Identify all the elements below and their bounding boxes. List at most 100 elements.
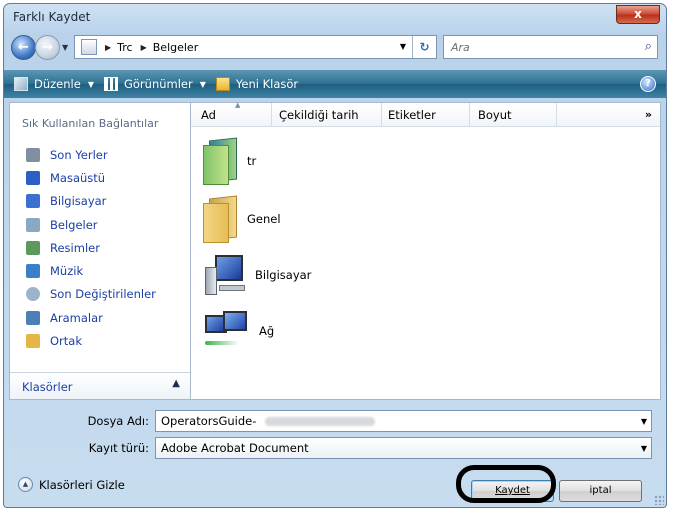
organize-label: Düzenle — [34, 77, 81, 91]
search-input[interactable]: Ara ⌕ — [443, 35, 658, 59]
favorite-links-list: Son Yerler Masaüstü Bilgisayar Belgeler … — [26, 143, 156, 353]
address-row: ← → ▼ ▶ Trc ▶ Belgeler ▼ ↻ Ara ⌕ — [4, 32, 666, 66]
documents-icon — [26, 217, 40, 232]
chevron-down-icon[interactable]: ▼ — [641, 444, 647, 453]
navigation-pane: Sık Kullanılan Bağlantılar Son Yerler Ma… — [9, 102, 191, 400]
breadcrumb-separator-icon[interactable]: ▶ — [105, 43, 111, 52]
cancel-label: iptal — [589, 485, 612, 496]
sidebar-item-label: Son Yerler — [50, 147, 108, 162]
address-dropdown-icon[interactable]: ▼ — [400, 42, 406, 51]
list-item[interactable]: tr — [203, 137, 257, 185]
views-button[interactable]: Görünümler ▼ — [103, 77, 206, 91]
list-item[interactable]: Bilgisayar — [203, 253, 311, 297]
sidebar-item-label: Masaüstü — [50, 170, 106, 185]
more-columns-icon[interactable]: » — [645, 108, 652, 121]
computer-icon — [26, 194, 40, 209]
filename-field[interactable]: OperatorsGuide- ▼ — [155, 410, 652, 432]
views-icon — [103, 77, 118, 91]
desktop-icon — [26, 170, 40, 185]
sidebar-item-music[interactable]: Müzik — [26, 259, 156, 282]
save-as-dialog: Farklı Kaydet x ← → ▼ ▶ Trc ▶ Belgeler ▼… — [3, 3, 667, 508]
help-icon[interactable]: ? — [640, 76, 656, 92]
favorite-links-header: Sık Kullanılan Bağlantılar — [22, 117, 159, 130]
new-folder-button[interactable]: Yeni Klasör — [215, 77, 299, 91]
network-icon — [203, 309, 251, 353]
address-bar[interactable]: ▶ Trc ▶ Belgeler ▼ ↻ — [74, 35, 437, 59]
column-header-tags[interactable]: Etiketler — [388, 108, 436, 122]
filetype-row: Kayıt türü: Adobe Acrobat Document ▼ — [4, 437, 666, 459]
filename-label: Dosya Adı: — [87, 414, 149, 428]
sidebar-item-label: Aramalar — [50, 310, 103, 325]
forward-button[interactable]: → — [35, 35, 60, 60]
sidebar-item-recent-places[interactable]: Son Yerler — [26, 143, 156, 166]
column-divider[interactable] — [556, 103, 557, 127]
item-label: Ağ — [259, 324, 275, 338]
organize-icon — [14, 77, 28, 91]
window-title: Farklı Kaydet — [13, 10, 91, 24]
computer-icon — [203, 253, 247, 297]
column-divider[interactable] — [469, 103, 470, 127]
recently-changed-icon — [26, 287, 40, 302]
column-header-size[interactable]: Boyut — [478, 108, 512, 122]
sidebar-item-label: Müzik — [50, 264, 84, 279]
sidebar-item-recently-changed[interactable]: Son Değiştirilenler — [26, 283, 156, 306]
sidebar-item-label: Resimler — [50, 240, 100, 255]
filename-row: Dosya Adı: OperatorsGuide- ▼ — [4, 410, 666, 432]
chevron-up-icon: ▲ — [172, 378, 180, 389]
new-folder-label: Yeni Klasör — [235, 77, 299, 91]
title-bar: Farklı Kaydet x — [4, 4, 666, 30]
list-item[interactable]: Ağ — [203, 309, 274, 353]
sidebar-item-public[interactable]: Ortak — [26, 329, 156, 352]
views-label: Görünümler — [123, 77, 193, 91]
filetype-label: Kayıt türü: — [88, 441, 149, 455]
sort-ascending-icon: ▲ — [235, 101, 241, 109]
organize-button[interactable]: Düzenle ▼ — [14, 77, 94, 91]
close-button[interactable]: x — [616, 5, 660, 24]
refresh-icon[interactable]: ↻ — [412, 36, 436, 58]
sidebar-item-desktop[interactable]: Masaüstü — [26, 166, 156, 189]
filename-value: OperatorsGuide- — [161, 414, 257, 428]
sidebar-item-searches[interactable]: Aramalar — [26, 306, 156, 329]
chevron-down-icon[interactable]: ▼ — [641, 417, 647, 426]
sidebar-item-label: Son Değiştirilenler — [50, 287, 156, 302]
location-icon — [81, 39, 97, 55]
new-folder-icon — [215, 77, 230, 91]
sidebar-item-label: Belgeler — [50, 217, 98, 232]
sidebar-item-label: Ortak — [50, 334, 82, 349]
hide-folders-button[interactable]: ▲ Klasörleri Gizle — [18, 477, 125, 492]
filetype-value: Adobe Acrobat Document — [161, 441, 309, 455]
column-divider[interactable] — [271, 103, 272, 127]
resize-grip[interactable] — [654, 495, 664, 505]
breadcrumb-separator-icon[interactable]: ▶ — [141, 43, 147, 52]
arrow-left-icon: ← — [18, 40, 29, 55]
file-list-pane: Ad ▲ Çekildiği tarih Etiketler Boyut » t… — [190, 101, 661, 400]
breadcrumb-documents[interactable]: Belgeler — [153, 41, 198, 54]
sidebar-item-pictures[interactable]: Resimler — [26, 236, 156, 259]
searches-icon — [26, 310, 40, 325]
pictures-icon — [26, 240, 40, 255]
folder-icon — [203, 137, 239, 185]
column-header-name[interactable]: Ad — [201, 108, 216, 122]
folder-icon — [203, 195, 239, 243]
column-header-date-taken[interactable]: Çekildiği tarih — [279, 108, 359, 122]
sidebar-item-computer[interactable]: Bilgisayar — [26, 190, 156, 213]
chevron-down-icon: ▼ — [87, 79, 94, 89]
sidebar-item-documents[interactable]: Belgeler — [26, 213, 156, 236]
hide-folders-label: Klasörleri Gizle — [39, 477, 125, 492]
cancel-button[interactable]: iptal — [559, 480, 642, 502]
search-icon[interactable]: ⌕ — [645, 39, 652, 54]
arrow-right-icon: → — [42, 40, 53, 55]
item-label: Genel — [247, 212, 281, 226]
filetype-select[interactable]: Adobe Acrobat Document ▼ — [155, 437, 652, 459]
column-headers: Ad ▲ Çekildiği tarih Etiketler Boyut » — [191, 101, 660, 127]
item-label: Bilgisayar — [255, 268, 312, 282]
breadcrumb-trc[interactable]: Trc — [117, 41, 132, 54]
search-placeholder: Ara — [451, 41, 470, 54]
back-button[interactable]: ← — [11, 35, 36, 60]
folders-toggle[interactable]: Klasörler ▲ — [10, 372, 190, 399]
item-label: tr — [247, 154, 257, 168]
history-dropdown-icon[interactable]: ▼ — [62, 43, 68, 52]
list-item[interactable]: Genel — [203, 195, 281, 243]
highlight-annotation — [456, 465, 556, 503]
column-divider[interactable] — [381, 103, 382, 127]
